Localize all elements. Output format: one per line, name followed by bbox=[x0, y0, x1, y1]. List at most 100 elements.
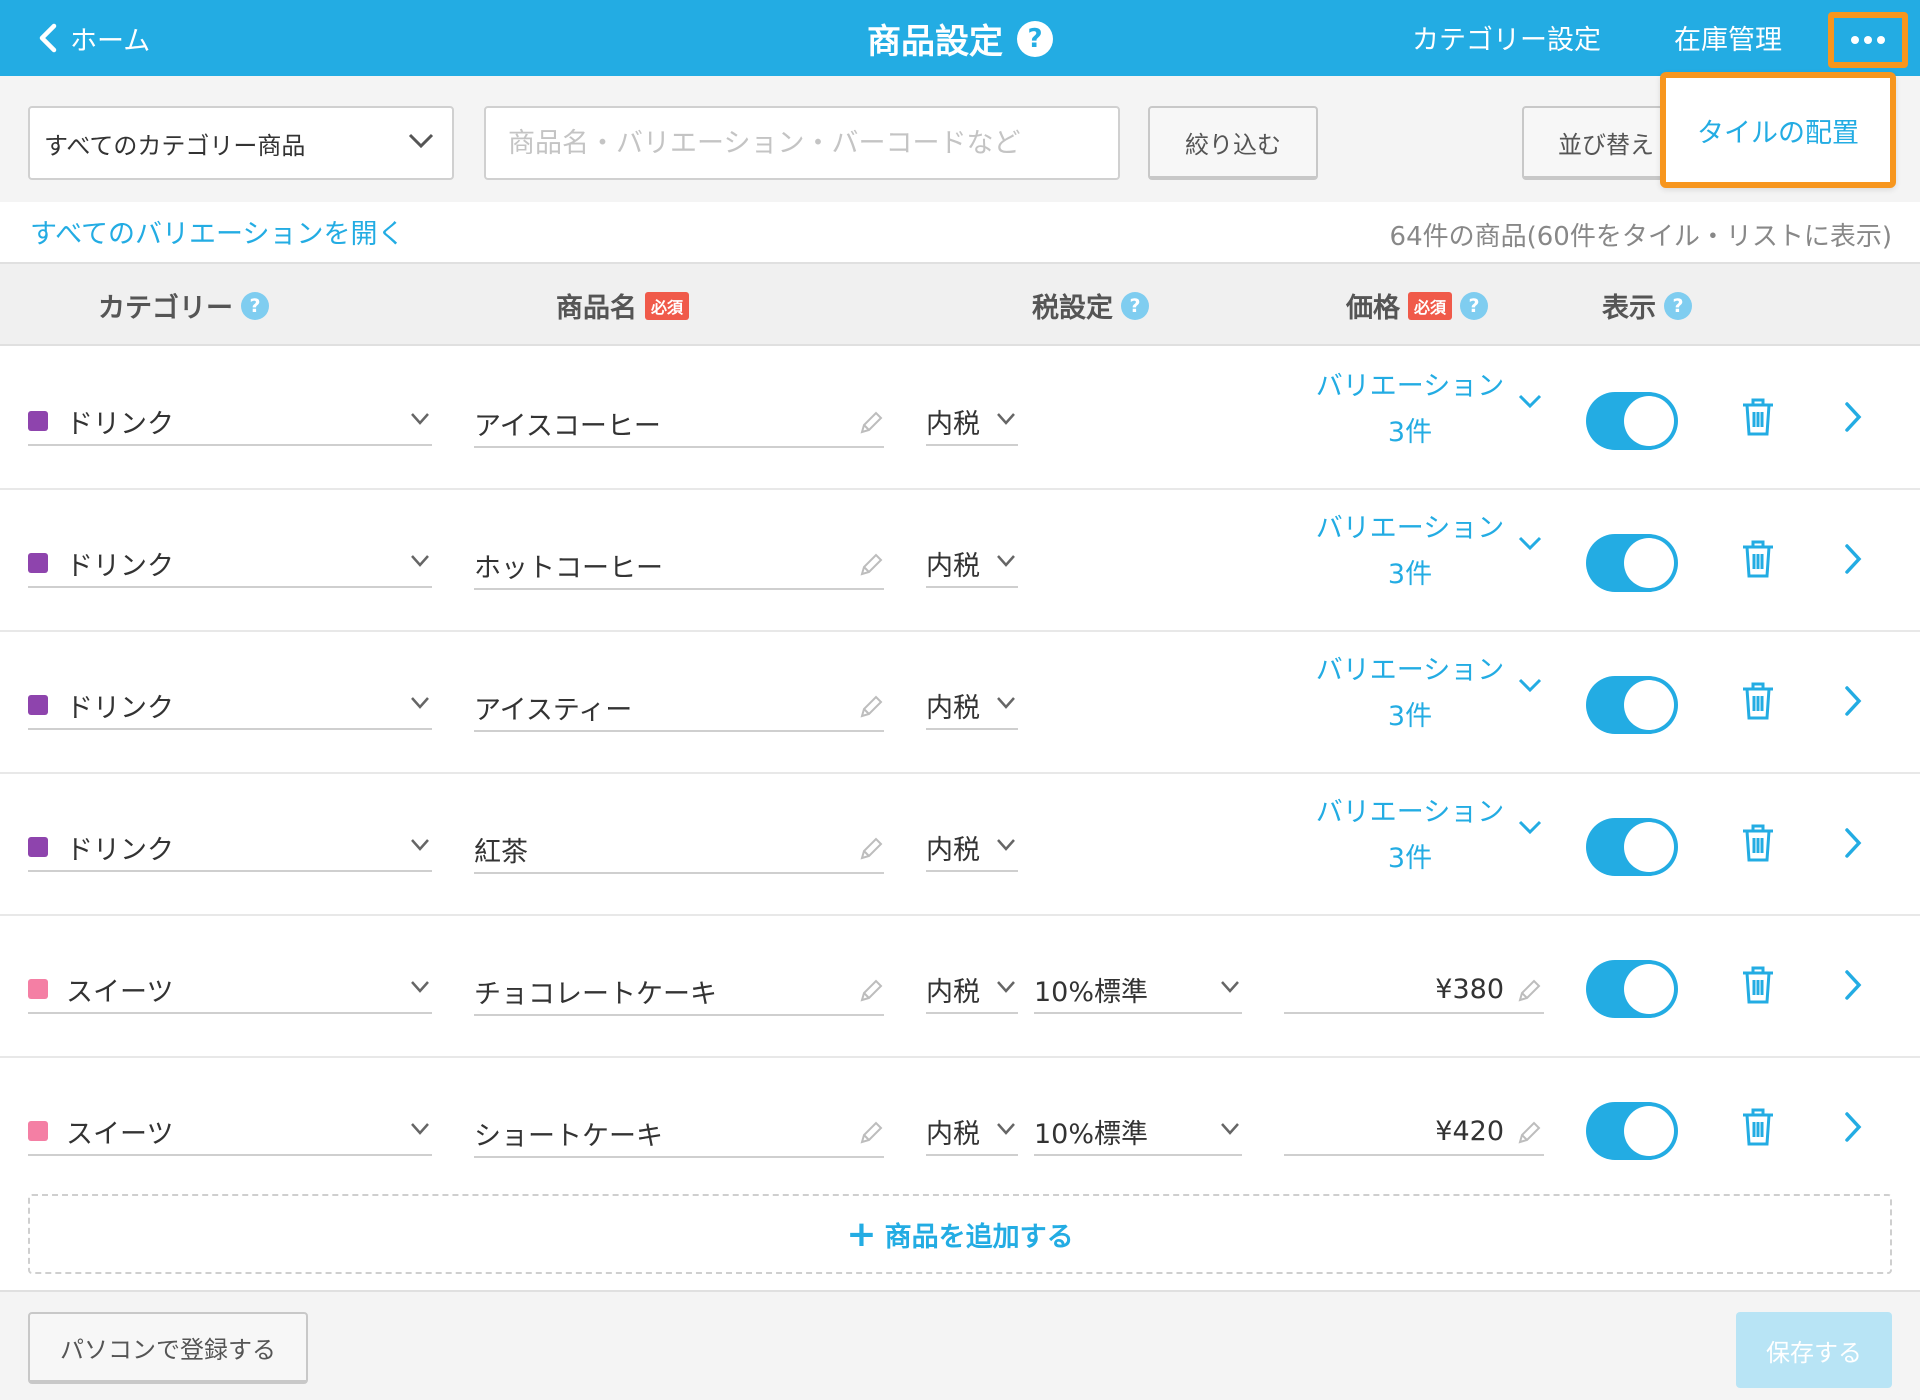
display-toggle[interactable] bbox=[1586, 534, 1678, 592]
product-name-field[interactable]: 紅茶 bbox=[474, 826, 884, 874]
category-select[interactable]: ドリンク bbox=[28, 540, 432, 588]
tax-select[interactable]: 内税 bbox=[926, 824, 1018, 872]
tax-value: 内税 bbox=[926, 834, 980, 866]
chevron-down-icon bbox=[997, 413, 1015, 425]
chevron-down-icon[interactable] bbox=[1518, 536, 1542, 552]
chevron-down-icon bbox=[997, 697, 1015, 709]
table-row: ドリンク アイスティー 内税 バリエーション 3件 bbox=[0, 632, 1920, 774]
search-input[interactable] bbox=[484, 106, 1120, 180]
price-field[interactable]: ¥420 bbox=[1284, 1108, 1544, 1156]
product-name-field[interactable]: ショートケーキ bbox=[474, 1110, 884, 1158]
column-name-label: 商品名 bbox=[556, 293, 637, 324]
trash-icon[interactable] bbox=[1740, 538, 1776, 580]
variation-label: バリエーション bbox=[1315, 655, 1505, 686]
display-toggle[interactable] bbox=[1586, 392, 1678, 450]
display-toggle[interactable] bbox=[1586, 676, 1678, 734]
top-bar: ホーム 商品設定 ? カテゴリー設定 在庫管理 bbox=[0, 0, 1920, 76]
product-name-field[interactable]: アイスコーヒー bbox=[474, 400, 884, 448]
help-icon[interactable]: ? bbox=[1460, 291, 1489, 320]
chevron-right-icon[interactable] bbox=[1842, 542, 1864, 576]
tax-select[interactable]: 内税 bbox=[926, 966, 1018, 1014]
chevron-down-icon bbox=[997, 555, 1015, 567]
chevron-down-icon bbox=[411, 697, 429, 709]
variation-link[interactable]: バリエーション 3件 bbox=[1300, 364, 1520, 456]
expand-all-variations-link[interactable]: すべてのバリエーションを開く bbox=[30, 212, 405, 251]
price-field[interactable]: ¥380 bbox=[1284, 966, 1544, 1014]
menu-item-tile-layout[interactable]: タイルの配置 bbox=[1660, 72, 1896, 188]
category-select[interactable]: ドリンク bbox=[28, 398, 432, 446]
inventory-link[interactable]: 在庫管理 bbox=[1674, 18, 1782, 57]
product-name: ショートケーキ bbox=[474, 1120, 663, 1152]
product-name-field[interactable]: アイスティー bbox=[474, 684, 884, 732]
variation-label: バリエーション bbox=[1315, 797, 1505, 828]
variation-label: バリエーション bbox=[1315, 513, 1505, 544]
help-icon[interactable]: ? bbox=[1664, 291, 1692, 320]
category-color-swatch bbox=[28, 979, 48, 999]
chevron-down-icon bbox=[1221, 1123, 1239, 1135]
tax-value: 内税 bbox=[926, 1118, 980, 1150]
chevron-down-icon[interactable] bbox=[1518, 820, 1542, 836]
chevron-down-icon bbox=[997, 981, 1015, 993]
chevron-right-icon[interactable] bbox=[1842, 1110, 1864, 1144]
category-select[interactable]: ドリンク bbox=[28, 824, 432, 872]
variation-count: 3件 bbox=[1387, 701, 1433, 732]
chevron-down-icon bbox=[411, 555, 429, 567]
product-name: アイスティー bbox=[474, 694, 633, 726]
trash-icon[interactable] bbox=[1740, 964, 1776, 1006]
help-icon[interactable]: ? bbox=[1121, 291, 1149, 320]
page-title: 商品設定 bbox=[867, 22, 1003, 62]
category-value: ドリンク bbox=[66, 834, 174, 866]
product-name: アイスコーヒー bbox=[474, 410, 661, 442]
tax-select[interactable]: 内税 bbox=[926, 682, 1018, 730]
save-button[interactable]: 保存する bbox=[1736, 1312, 1892, 1388]
table-row: ドリンク 紅茶 内税 バリエーション 3件 bbox=[0, 774, 1920, 916]
pc-register-button[interactable]: パソコンで登録する bbox=[28, 1312, 308, 1384]
add-product-button[interactable]: + 商品を追加する bbox=[28, 1194, 1892, 1274]
variation-link[interactable]: バリエーション 3件 bbox=[1300, 648, 1520, 740]
pencil-icon bbox=[1518, 979, 1541, 1002]
chevron-right-icon[interactable] bbox=[1842, 826, 1864, 860]
display-toggle[interactable] bbox=[1586, 818, 1678, 876]
product-name-field[interactable]: チョコレートケーキ bbox=[474, 968, 884, 1016]
pencil-icon bbox=[860, 1121, 883, 1144]
tax-rate-select[interactable]: 10%標準 bbox=[1034, 1108, 1242, 1156]
category-color-swatch bbox=[28, 1121, 48, 1141]
category-select[interactable]: スイーツ bbox=[28, 1108, 432, 1156]
help-icon[interactable]: ? bbox=[1017, 20, 1053, 57]
category-select[interactable]: スイーツ bbox=[28, 966, 432, 1014]
table-row: スイーツ チョコレートケーキ 内税 10%標準 ¥380 bbox=[0, 916, 1920, 1058]
display-toggle[interactable] bbox=[1586, 1102, 1678, 1160]
trash-icon[interactable] bbox=[1740, 822, 1776, 864]
tax-select[interactable]: 内税 bbox=[926, 540, 1018, 588]
filter-button[interactable]: 絞り込む bbox=[1148, 106, 1318, 180]
chevron-right-icon[interactable] bbox=[1842, 400, 1864, 434]
chevron-right-icon[interactable] bbox=[1842, 684, 1864, 718]
product-name-field[interactable]: ホットコーヒー bbox=[474, 542, 884, 590]
chevron-down-icon bbox=[411, 1123, 429, 1135]
tax-select[interactable]: 内税 bbox=[926, 398, 1018, 446]
category-select[interactable]: ドリンク bbox=[28, 682, 432, 730]
display-toggle[interactable] bbox=[1586, 960, 1678, 1018]
price-value: ¥380 bbox=[1435, 973, 1504, 1005]
trash-icon[interactable] bbox=[1740, 680, 1776, 722]
category-filter-value: すべてのカテゴリー商品 bbox=[44, 131, 306, 160]
help-icon[interactable]: ? bbox=[241, 291, 269, 320]
table-row: ドリンク ホットコーヒー 内税 バリエーション 3件 bbox=[0, 490, 1920, 632]
category-settings-link[interactable]: カテゴリー設定 bbox=[1412, 18, 1601, 57]
pencil-icon bbox=[860, 695, 883, 718]
chevron-down-icon[interactable] bbox=[1518, 394, 1542, 410]
column-tax-label: 税設定 bbox=[1032, 293, 1113, 324]
more-menu-button[interactable] bbox=[1828, 12, 1908, 68]
category-filter-select[interactable]: すべてのカテゴリー商品 bbox=[28, 106, 454, 180]
chevron-down-icon[interactable] bbox=[1518, 678, 1542, 694]
trash-icon[interactable] bbox=[1740, 1106, 1776, 1148]
tax-rate-select[interactable]: 10%標準 bbox=[1034, 966, 1242, 1014]
table-row: スイーツ ショートケーキ 内税 10%標準 ¥420 bbox=[0, 1058, 1920, 1200]
tax-select[interactable]: 内税 bbox=[926, 1108, 1018, 1156]
trash-icon[interactable] bbox=[1740, 396, 1776, 438]
chevron-right-icon[interactable] bbox=[1842, 968, 1864, 1002]
variation-link[interactable]: バリエーション 3件 bbox=[1300, 506, 1520, 598]
column-category-label: カテゴリー bbox=[98, 293, 233, 324]
variation-link[interactable]: バリエーション 3件 bbox=[1300, 790, 1520, 882]
variation-count: 3件 bbox=[1387, 843, 1433, 874]
